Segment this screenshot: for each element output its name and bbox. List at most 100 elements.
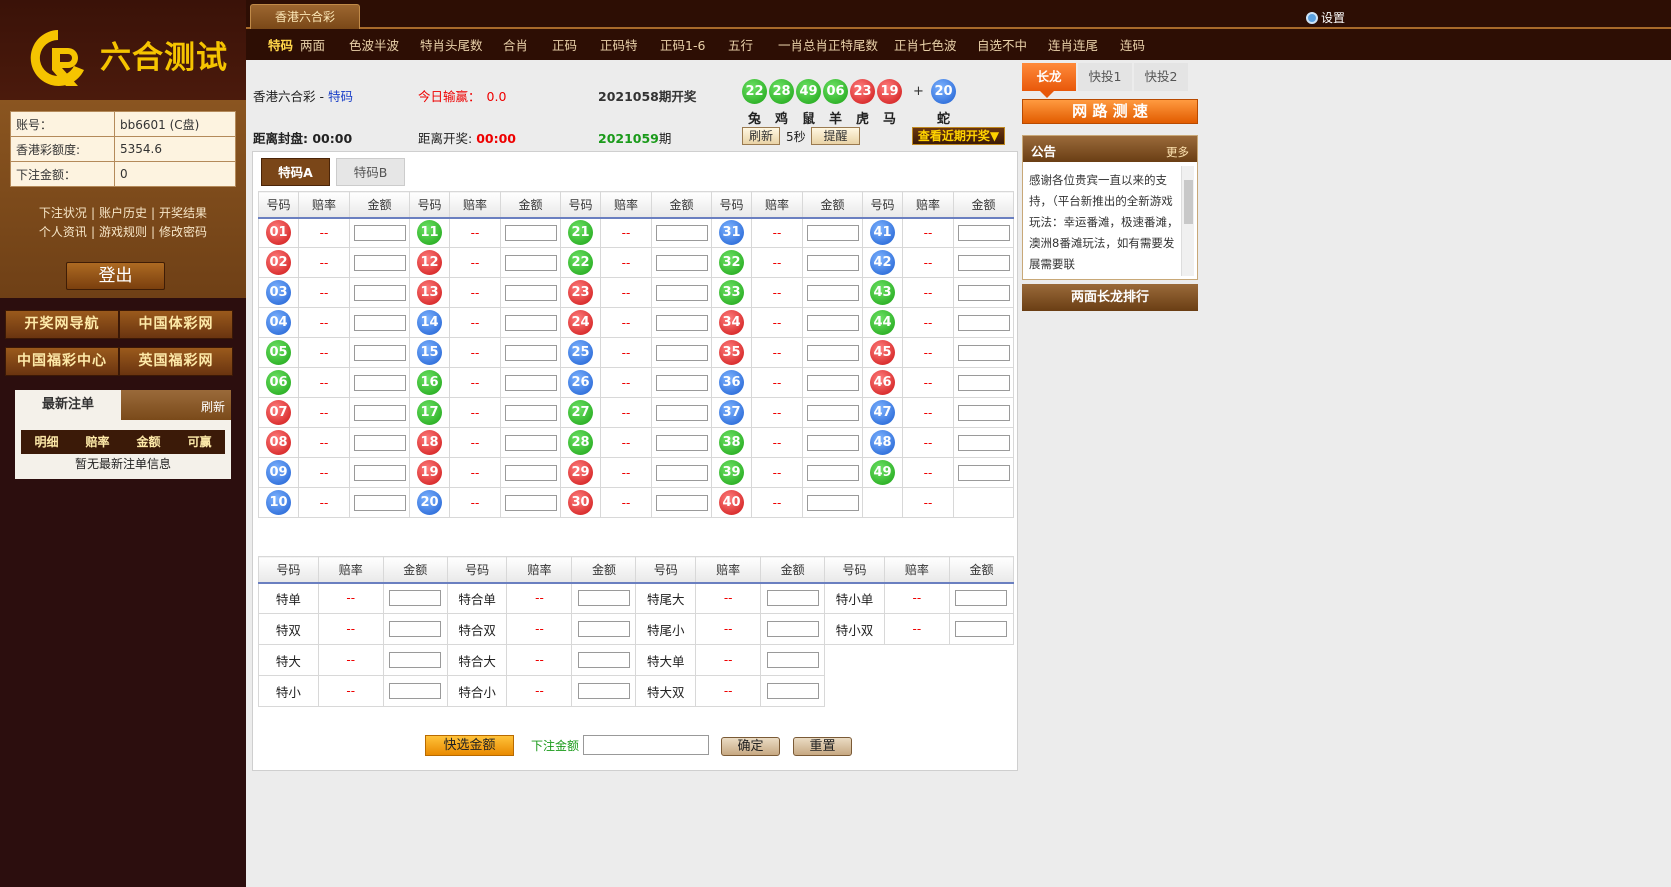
nav-item[interactable]: 两面	[300, 35, 325, 54]
number-cell[interactable]: 17	[409, 397, 450, 428]
amount-cell[interactable]	[802, 217, 863, 248]
amount-cell[interactable]	[349, 277, 410, 308]
number-cell[interactable]: 40	[711, 487, 752, 518]
dragon-ranking-button[interactable]: 两面长龙排行	[1022, 284, 1198, 311]
amount-cell[interactable]	[948, 582, 1015, 614]
amount-cell[interactable]	[382, 582, 448, 614]
amount-cell[interactable]	[953, 397, 1014, 428]
amount-input[interactable]	[353, 224, 406, 241]
number-ball[interactable]: 03	[266, 280, 291, 305]
number-cell[interactable]: 01	[258, 217, 299, 248]
account-link[interactable]: 账户历史	[99, 206, 147, 220]
amount-cell[interactable]	[953, 457, 1014, 488]
number-ball[interactable]: 11	[417, 220, 442, 246]
nav-item[interactable]: 特肖头尾数	[420, 35, 483, 54]
amount-input[interactable]	[655, 284, 708, 301]
number-ball[interactable]: 04	[266, 310, 291, 335]
site-link-welfare-center[interactable]: 中国福彩中心	[5, 347, 119, 376]
settings-link[interactable]: 设置	[1306, 9, 1345, 26]
amount-input[interactable]	[655, 464, 708, 481]
amount-cell[interactable]	[349, 217, 410, 248]
bet-type-cell[interactable]: 特合小	[446, 675, 508, 707]
bet-type-cell[interactable]: 特小单	[824, 582, 885, 614]
nav-item[interactable]: 色波半波	[349, 35, 399, 54]
amount-cell[interactable]	[802, 367, 863, 398]
number-ball[interactable]: 10	[266, 490, 291, 515]
number-ball[interactable]: 02	[266, 250, 291, 275]
amount-cell[interactable]	[571, 644, 637, 676]
number-ball[interactable]: 28	[568, 430, 593, 455]
amount-input[interactable]	[766, 652, 819, 668]
amount-cell[interactable]	[953, 217, 1014, 248]
amount-cell[interactable]	[349, 307, 410, 338]
number-ball[interactable]: 18	[417, 430, 442, 455]
amount-cell[interactable]	[349, 427, 410, 458]
number-cell[interactable]: 43	[862, 277, 903, 308]
amount-cell[interactable]	[802, 427, 863, 458]
amount-input[interactable]	[806, 404, 859, 421]
number-cell[interactable]: 45	[862, 337, 903, 368]
number-ball[interactable]: 29	[568, 460, 593, 485]
number-ball[interactable]: 47	[870, 400, 895, 425]
amount-cell[interactable]	[953, 307, 1014, 338]
nav-item[interactable]: 正码1-6	[660, 35, 705, 54]
number-ball[interactable]: 42	[870, 250, 895, 275]
amount-input[interactable]	[655, 434, 708, 451]
amount-input[interactable]	[957, 464, 1010, 481]
number-ball[interactable]: 30	[568, 490, 593, 515]
amount-input[interactable]	[504, 434, 557, 451]
number-cell[interactable]: 29	[560, 457, 601, 488]
number-cell[interactable]: 44	[862, 307, 903, 338]
nav-item[interactable]: 合肖	[503, 35, 528, 54]
number-cell[interactable]: 07	[258, 397, 299, 428]
amount-cell[interactable]	[349, 487, 410, 518]
number-ball[interactable]: 06	[266, 370, 291, 395]
amount-cell[interactable]	[382, 675, 448, 707]
number-cell[interactable]: 09	[258, 457, 299, 488]
reset-button[interactable]: 重置	[793, 737, 852, 756]
number-cell[interactable]: 47	[862, 397, 903, 428]
number-cell[interactable]: 46	[862, 367, 903, 398]
amount-cell[interactable]	[500, 487, 561, 518]
bet-type-cell[interactable]: 特尾小	[635, 613, 697, 645]
number-cell[interactable]: 08	[258, 427, 299, 458]
number-cell[interactable]: 12	[409, 247, 450, 278]
number-ball[interactable]: 09	[266, 460, 291, 485]
number-cell[interactable]: 35	[711, 337, 752, 368]
number-cell[interactable]: 49	[862, 457, 903, 488]
amount-cell[interactable]	[953, 277, 1014, 308]
number-ball[interactable]: 36	[719, 370, 744, 395]
amount-input[interactable]	[806, 284, 859, 301]
number-ball[interactable]: 25	[568, 340, 593, 365]
amount-input[interactable]	[957, 374, 1010, 391]
account-link[interactable]: 修改密码	[159, 225, 207, 239]
amount-cell[interactable]	[802, 457, 863, 488]
amount-input[interactable]	[655, 254, 708, 271]
nav-item[interactable]: 一肖总肖正特尾数	[778, 35, 878, 54]
amount-cell[interactable]	[802, 247, 863, 278]
amount-cell[interactable]	[500, 397, 561, 428]
amount-input[interactable]	[766, 683, 819, 699]
number-cell[interactable]: 36	[711, 367, 752, 398]
amount-cell[interactable]	[802, 397, 863, 428]
amount-input[interactable]	[504, 374, 557, 391]
number-ball[interactable]: 49	[870, 460, 895, 485]
account-link[interactable]: 开奖结果	[159, 206, 207, 220]
amount-input[interactable]	[957, 314, 1010, 331]
subtab-te-ma-b[interactable]: 特码B	[336, 158, 405, 186]
recent-refresh-link[interactable]: 刷新	[201, 398, 225, 415]
amount-cell[interactable]	[953, 367, 1014, 398]
bet-amount-input[interactable]	[583, 735, 709, 755]
amount-cell[interactable]	[802, 307, 863, 338]
bet-type-cell[interactable]: 特小双	[824, 613, 885, 645]
number-cell[interactable]: 21	[560, 217, 601, 248]
number-ball[interactable]: 15	[417, 340, 442, 365]
bet-type-cell[interactable]: 特小	[258, 675, 319, 707]
refresh-button[interactable]: 刷新	[742, 127, 780, 145]
nav-item[interactable]: 自选不中	[977, 35, 1027, 54]
number-cell[interactable]: 10	[258, 487, 299, 518]
number-cell[interactable]: 37	[711, 397, 752, 428]
amount-cell[interactable]	[760, 644, 826, 676]
number-ball[interactable]: 39	[719, 460, 744, 485]
number-ball[interactable]: 24	[568, 310, 593, 335]
